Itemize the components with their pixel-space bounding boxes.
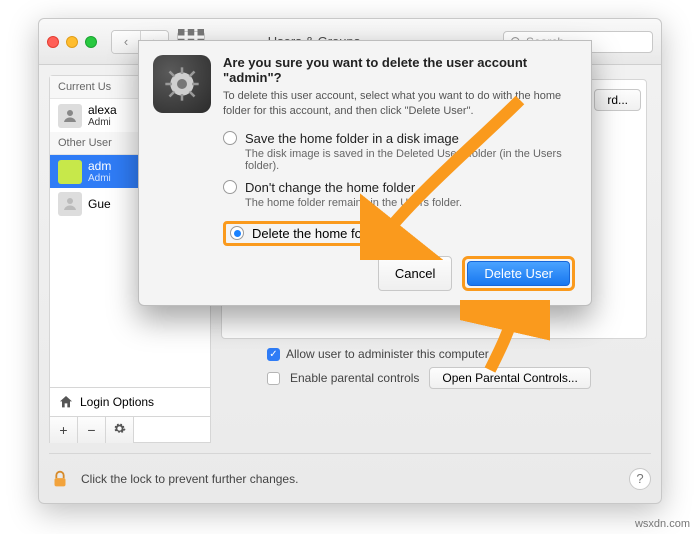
- user-role: Admi: [88, 117, 117, 128]
- avatar-icon: [58, 192, 82, 216]
- radio-icon: [223, 180, 237, 194]
- close-icon[interactable]: [47, 36, 59, 48]
- avatar-icon: [58, 160, 82, 184]
- gear-icon: [113, 422, 126, 435]
- annotation-arrow-icon: [460, 300, 550, 380]
- minimize-icon[interactable]: [66, 36, 78, 48]
- cancel-button[interactable]: Cancel: [378, 256, 452, 291]
- add-user-button[interactable]: +: [50, 417, 78, 443]
- enable-parental-label: Enable parental controls: [290, 371, 419, 385]
- checkbox-icon[interactable]: [267, 372, 280, 385]
- allow-admin-row[interactable]: ✓ Allow user to administer this computer: [267, 347, 647, 361]
- annotation-arrow-icon: [360, 90, 540, 260]
- avatar-icon: [58, 104, 82, 128]
- zoom-icon[interactable]: [85, 36, 97, 48]
- user-role: Admi: [88, 173, 111, 184]
- actions-menu-button[interactable]: [106, 417, 134, 443]
- delete-user-highlight: Delete User: [462, 256, 575, 291]
- change-password-button[interactable]: rd...: [594, 89, 641, 111]
- login-options[interactable]: Login Options: [50, 387, 210, 416]
- attribution-text: wsxdn.com: [635, 518, 690, 530]
- gear-app-icon: [153, 55, 211, 113]
- login-options-label: Login Options: [80, 395, 154, 409]
- radio-icon: [223, 131, 237, 145]
- user-name: adm: [88, 159, 111, 173]
- delete-user-button[interactable]: Delete User: [467, 261, 570, 286]
- sheet-title: Are you sure you want to delete the user…: [223, 55, 575, 85]
- user-name: alexa: [88, 103, 117, 117]
- allow-admin-label: Allow user to administer this computer: [286, 347, 489, 361]
- house-icon: [58, 394, 74, 410]
- user-name: Gue: [88, 197, 111, 211]
- sidebar-actions: + −: [50, 416, 210, 442]
- remove-user-button[interactable]: −: [78, 417, 106, 443]
- lock-icon[interactable]: [49, 467, 71, 491]
- footer: Click the lock to prevent further change…: [49, 453, 651, 493]
- checkbox-icon: ✓: [267, 348, 280, 361]
- radio-icon: [230, 226, 244, 240]
- traffic-lights: [47, 36, 97, 48]
- help-button[interactable]: ?: [629, 468, 651, 490]
- lock-text: Click the lock to prevent further change…: [81, 472, 298, 486]
